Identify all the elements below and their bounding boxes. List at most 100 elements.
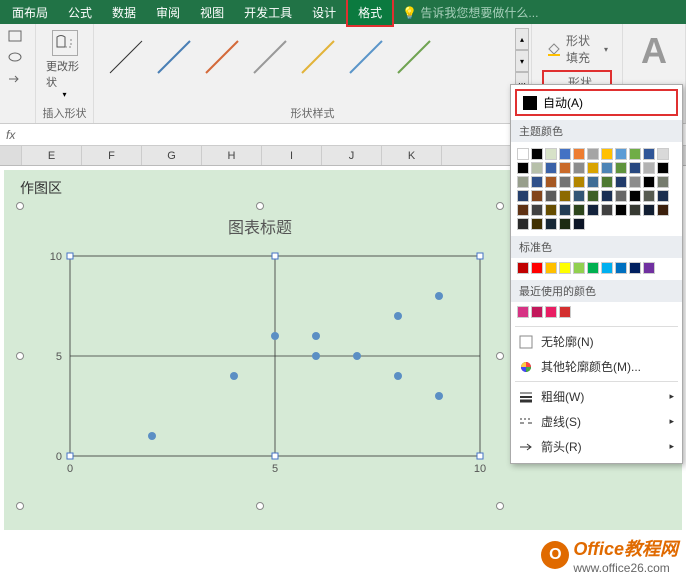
color-swatch[interactable] <box>601 262 613 274</box>
color-swatch[interactable] <box>545 218 557 230</box>
color-swatch[interactable] <box>643 176 655 188</box>
color-swatch[interactable] <box>629 204 641 216</box>
color-swatch[interactable] <box>559 162 571 174</box>
color-swatch[interactable] <box>517 218 529 230</box>
column-header[interactable]: F <box>82 146 142 165</box>
column-header[interactable]: H <box>202 146 262 165</box>
color-swatch[interactable] <box>615 148 627 160</box>
wordart-style-a[interactable]: A <box>629 26 679 76</box>
color-swatch[interactable] <box>517 148 529 160</box>
color-swatch[interactable] <box>587 204 599 216</box>
column-header[interactable]: G <box>142 146 202 165</box>
shape-fill-button[interactable]: 形状填充▾ <box>542 30 612 68</box>
color-swatch[interactable] <box>601 204 613 216</box>
color-swatch[interactable] <box>615 204 627 216</box>
color-swatch[interactable] <box>643 162 655 174</box>
column-header[interactable]: J <box>322 146 382 165</box>
tab-dev[interactable]: 开发工具 <box>234 0 302 25</box>
color-swatch[interactable] <box>573 262 585 274</box>
color-swatch[interactable] <box>629 176 641 188</box>
color-swatch[interactable] <box>587 176 599 188</box>
color-swatch[interactable] <box>587 262 599 274</box>
color-swatch[interactable] <box>559 176 571 188</box>
color-swatch[interactable] <box>559 190 571 202</box>
color-swatch[interactable] <box>615 176 627 188</box>
tab-format[interactable]: 格式 <box>346 0 394 27</box>
color-swatch[interactable] <box>559 218 571 230</box>
color-swatch[interactable] <box>531 176 543 188</box>
color-swatch[interactable] <box>517 176 529 188</box>
color-swatch[interactable] <box>643 262 655 274</box>
gallery-scroll-up[interactable]: ▴ <box>515 28 529 50</box>
color-swatch[interactable] <box>545 262 557 274</box>
color-swatch[interactable] <box>559 148 571 160</box>
column-header[interactable]: I <box>262 146 322 165</box>
color-swatch[interactable] <box>545 204 557 216</box>
color-swatch[interactable] <box>545 176 557 188</box>
color-swatch[interactable] <box>615 262 627 274</box>
color-swatch[interactable] <box>657 176 669 188</box>
chart-title[interactable]: 图表标题 <box>20 206 500 246</box>
chart-container[interactable]: 图表标题 05100510 <box>20 206 500 506</box>
color-swatch[interactable] <box>573 162 585 174</box>
color-swatch[interactable] <box>545 306 557 318</box>
color-swatch[interactable] <box>517 190 529 202</box>
color-swatch[interactable] <box>615 190 627 202</box>
dashes-item[interactable]: 虚线(S)▸ <box>511 409 682 434</box>
color-swatch[interactable] <box>573 148 585 160</box>
color-swatch[interactable] <box>573 204 585 216</box>
arrow-icon[interactable] <box>8 74 22 88</box>
color-swatch[interactable] <box>573 190 585 202</box>
weight-item[interactable]: 粗细(W)▸ <box>511 384 682 409</box>
color-swatch[interactable] <box>559 204 571 216</box>
color-swatch[interactable] <box>531 190 543 202</box>
color-swatch[interactable] <box>517 262 529 274</box>
color-swatch[interactable] <box>517 162 529 174</box>
color-swatch[interactable] <box>545 148 557 160</box>
color-swatch[interactable] <box>531 262 543 274</box>
color-swatch[interactable] <box>531 204 543 216</box>
color-swatch[interactable] <box>587 148 599 160</box>
color-swatch[interactable] <box>601 176 613 188</box>
color-swatch[interactable] <box>531 218 543 230</box>
tab-review[interactable]: 审阅 <box>146 0 190 25</box>
tab-layout[interactable]: 面布局 <box>2 0 58 25</box>
color-swatch[interactable] <box>615 162 627 174</box>
color-swatch[interactable] <box>629 148 641 160</box>
color-swatch[interactable] <box>643 148 655 160</box>
color-swatch[interactable] <box>629 162 641 174</box>
color-swatch[interactable] <box>545 190 557 202</box>
column-header[interactable]: K <box>382 146 442 165</box>
color-swatch[interactable] <box>643 204 655 216</box>
tab-view[interactable]: 视图 <box>190 0 234 25</box>
column-header[interactable]: E <box>22 146 82 165</box>
color-swatch[interactable] <box>545 162 557 174</box>
edit-shape-button[interactable]: 更改形状 ▾ <box>42 26 87 103</box>
color-swatch[interactable] <box>587 190 599 202</box>
color-swatch[interactable] <box>657 204 669 216</box>
color-swatch[interactable] <box>573 218 585 230</box>
oval-icon[interactable] <box>8 52 22 66</box>
color-swatch[interactable] <box>531 162 543 174</box>
color-swatch[interactable] <box>657 190 669 202</box>
color-swatch[interactable] <box>601 190 613 202</box>
color-swatch[interactable] <box>573 176 585 188</box>
color-swatch[interactable] <box>531 148 543 160</box>
textbox-icon[interactable] <box>8 30 22 44</box>
color-swatch[interactable] <box>531 306 543 318</box>
color-swatch[interactable] <box>629 262 641 274</box>
color-swatch[interactable] <box>587 162 599 174</box>
color-swatch[interactable] <box>601 162 613 174</box>
gallery-scroll-down[interactable]: ▾ <box>515 50 529 72</box>
color-swatch[interactable] <box>643 190 655 202</box>
auto-color-item[interactable]: 自动(A) <box>515 89 678 116</box>
tab-design[interactable]: 设计 <box>302 0 346 25</box>
arrows-item[interactable]: 箭头(R)▸ <box>511 434 682 459</box>
color-swatch[interactable] <box>559 262 571 274</box>
color-swatch[interactable] <box>517 204 529 216</box>
line-style-gallery[interactable] <box>100 26 525 109</box>
color-swatch[interactable] <box>629 190 641 202</box>
color-swatch[interactable] <box>559 306 571 318</box>
color-swatch[interactable] <box>601 148 613 160</box>
tab-data[interactable]: 数据 <box>102 0 146 25</box>
